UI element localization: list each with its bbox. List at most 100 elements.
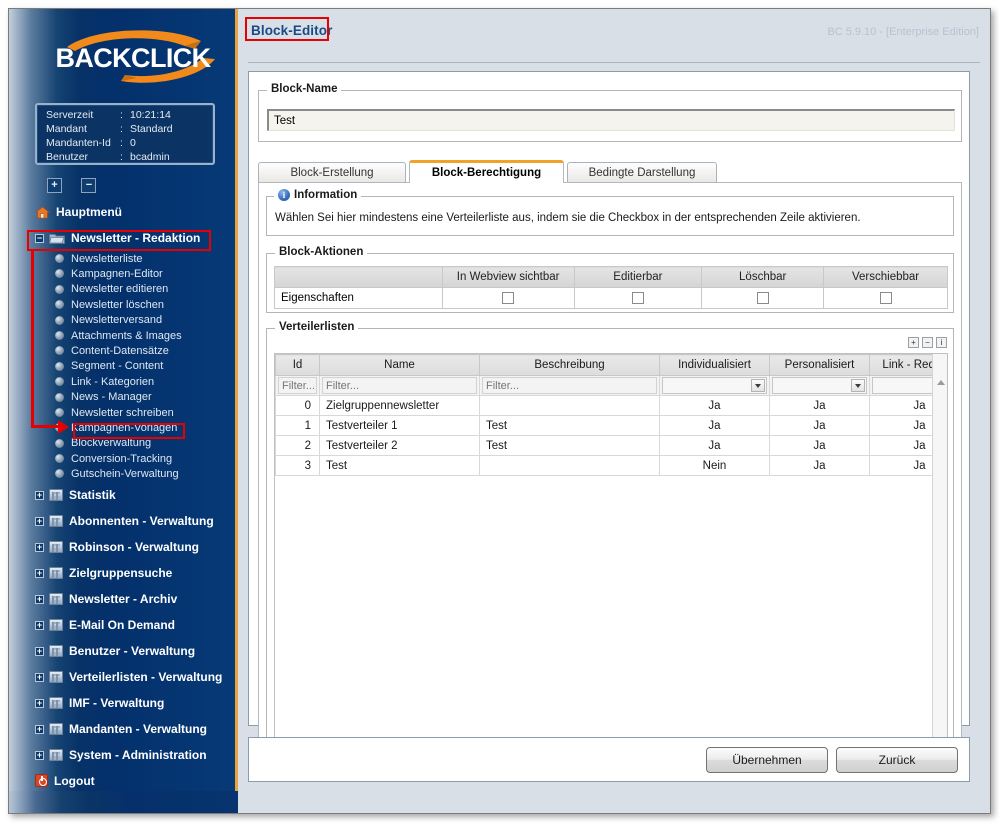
expand-icon[interactable]: + <box>35 490 44 500</box>
expand-icon[interactable]: + <box>35 646 44 656</box>
sidebar-item-hauptmen[interactable]: Hauptmenü <box>9 199 238 225</box>
expand-icon[interactable]: + <box>35 750 44 760</box>
checkbox-loeschbar[interactable] <box>756 291 769 304</box>
filter-cell-individualisiert[interactable] <box>659 375 770 396</box>
expand-icon[interactable]: + <box>35 568 44 578</box>
table-row[interactable]: 1 Testverteiler 1 Test Ja Ja Ja <box>275 415 932 436</box>
grid-collapse-icon[interactable]: − <box>922 337 933 348</box>
sidebar-item-newsletterversand[interactable]: Newsletterversand <box>9 313 238 328</box>
grid-col-id[interactable]: Id <box>275 354 320 376</box>
expand-icon[interactable]: + <box>35 698 44 708</box>
sidebar-item-label: System - Administration <box>69 747 207 762</box>
filter-input-beschreibung[interactable] <box>482 377 657 394</box>
sidebar-item-system-administration[interactable]: + System - Administration <box>9 742 238 768</box>
collapse-all-button[interactable]: − <box>81 178 97 193</box>
filter-select-link-redirect[interactable] <box>872 377 932 394</box>
grid-cell-id: 0 <box>275 395 320 416</box>
scroll-up-icon[interactable] <box>933 375 948 390</box>
expand-icon[interactable]: + <box>35 724 44 734</box>
filter-cell-link-redirect[interactable] <box>869 375 932 396</box>
grid-col-link-redirect[interactable]: Link - Redirect <box>869 354 932 376</box>
filter-select-personalisiert[interactable] <box>772 377 867 394</box>
checkbox-editierbar[interactable] <box>631 291 644 304</box>
expand-icon[interactable]: + <box>35 620 44 630</box>
tab-block-berechtigung[interactable]: Block-Berechtigung <box>409 160 564 183</box>
grid-col-individualisiert[interactable]: Individualisiert <box>659 354 770 376</box>
sidebar-item-robinson-verwaltung[interactable]: + Robinson - Verwaltung <box>9 534 238 560</box>
session-value-benutzer: bcadmin <box>130 151 170 163</box>
filter-cell-name[interactable] <box>319 375 480 396</box>
session-value-mandant: Standard <box>130 123 173 135</box>
grid-cell-personalisiert: Ja <box>769 455 870 476</box>
aktionen-cell-editierbar[interactable] <box>573 287 703 309</box>
sidebar-item-segment-content[interactable]: Segment - Content <box>9 359 238 374</box>
filter-select-individualisiert[interactable] <box>662 377 767 394</box>
sidebar-item-verteilerlisten-verwaltung[interactable]: + Verteilerlisten - Verwaltung <box>9 664 238 690</box>
sidebar-item-gutschein-verwaltung[interactable]: Gutschein-Verwaltung <box>9 466 238 481</box>
sidebar-item-blockverwaltung[interactable]: Blockverwaltung <box>9 436 238 451</box>
sidebar-item-attachments-images[interactable]: Attachments & Images <box>9 328 238 343</box>
grid-info-icon[interactable]: i <box>936 337 947 348</box>
sidebar-item-mandanten-verwaltung[interactable]: + Mandanten - Verwaltung <box>9 716 238 742</box>
table-row[interactable]: 0 Zielgruppennewsletter Ja Ja Ja <box>275 395 932 416</box>
sidebar-item-newsletter-schreiben[interactable]: Newsletter schreiben <box>9 405 238 420</box>
aktionen-cell-loeschbar[interactable] <box>701 287 825 309</box>
sidebar-item-imf-verwaltung[interactable]: + IMF - Verwaltung <box>9 690 238 716</box>
chevron-down-icon[interactable] <box>851 379 865 392</box>
sidebar-item-link-kategorien[interactable]: Link - Kategorien <box>9 374 238 389</box>
grid-col-personalisiert[interactable]: Personalisiert <box>769 354 870 376</box>
expand-all-button[interactable]: + <box>47 178 62 193</box>
block-aktionen-legend: Block-Aktionen <box>275 246 368 258</box>
filter-input-name[interactable] <box>322 377 477 394</box>
filter-cell-id[interactable] <box>275 375 320 396</box>
sidebar-item-e-mail-on-demand[interactable]: + E-Mail On Demand <box>9 612 238 638</box>
tab-bedingte-darstellung[interactable]: Bedingte Darstellung <box>567 162 717 183</box>
filter-cell-personalisiert[interactable] <box>769 375 870 396</box>
grid-cell-individualisiert: Ja <box>659 415 770 436</box>
aktionen-cell-webview[interactable] <box>441 287 575 309</box>
grid-vertical-scrollbar[interactable] <box>932 354 947 757</box>
submit-button[interactable]: Übernehmen <box>706 747 828 773</box>
checkbox-verschiebbar[interactable] <box>879 291 892 304</box>
filter-cell-beschreibung[interactable] <box>479 375 660 396</box>
grid-cell-name: Test <box>319 455 480 476</box>
aktionen-col-verschiebbar: Verschiebbar <box>823 266 948 288</box>
grid-cell-beschreibung <box>479 455 660 476</box>
chevron-down-icon[interactable] <box>751 379 765 392</box>
back-button[interactable]: Zurück <box>836 747 958 773</box>
sidebar-item-label: Newsletter editieren <box>71 283 169 296</box>
filter-input-id[interactable] <box>278 377 317 394</box>
grid-cell-id: 1 <box>275 415 320 436</box>
globe-icon <box>55 346 64 356</box>
sidebar-item-newsletterliste[interactable]: Newsletterliste <box>9 251 238 266</box>
brand-logo[interactable]: BACKCLICK <box>9 25 238 93</box>
expand-icon[interactable]: + <box>35 672 44 682</box>
collapse-icon[interactable]: − <box>35 234 44 243</box>
expand-icon[interactable]: + <box>35 594 44 604</box>
blockname-input[interactable] <box>267 109 955 131</box>
grid-col-name[interactable]: Name <box>319 354 480 376</box>
sidebar-item-zielgruppensuche[interactable]: + Zielgruppensuche <box>9 560 238 586</box>
sidebar-item-kampagnen-editor[interactable]: Kampagnen-Editor <box>9 266 238 281</box>
sidebar-item-newsletter-redaktion[interactable]: − Newsletter - Redaktion <box>9 225 238 251</box>
grid-col-beschreibung[interactable]: Beschreibung <box>479 354 660 376</box>
sidebar-item-benutzer-verwaltung[interactable]: + Benutzer - Verwaltung <box>9 638 238 664</box>
sidebar-item-conversion-tracking[interactable]: Conversion-Tracking <box>9 451 238 466</box>
sidebar-item-logout[interactable]: Logout <box>9 768 238 794</box>
sidebar-item-statistik[interactable]: + Statistik <box>9 482 238 508</box>
sidebar-item-content-datens-tze[interactable]: Content-Datensätze <box>9 343 238 358</box>
checkbox-webview-sichtbar[interactable] <box>502 291 515 304</box>
sidebar-item-news-manager[interactable]: News - Manager <box>9 390 238 405</box>
sidebar-item-abonnenten-verwaltung[interactable]: + Abonnenten - Verwaltung <box>9 508 238 534</box>
sidebar-item-newsletter-editieren[interactable]: Newsletter editieren <box>9 282 238 297</box>
sidebar-item-newsletter-l-schen[interactable]: Newsletter löschen <box>9 297 238 312</box>
tab-block-erstellung[interactable]: Block-Erstellung <box>258 162 406 183</box>
expand-icon[interactable]: + <box>35 516 44 526</box>
sidebar-item-newsletter-archiv[interactable]: + Newsletter - Archiv <box>9 586 238 612</box>
grid-expand-icon[interactable]: + <box>908 337 919 348</box>
table-row[interactable]: 3 Test Nein Ja Ja <box>275 455 932 476</box>
table-row[interactable]: 2 Testverteiler 2 Test Ja Ja Ja <box>275 435 932 456</box>
expand-icon[interactable]: + <box>35 542 44 552</box>
globe-icon <box>55 469 64 479</box>
aktionen-cell-verschiebbar[interactable] <box>823 287 948 309</box>
